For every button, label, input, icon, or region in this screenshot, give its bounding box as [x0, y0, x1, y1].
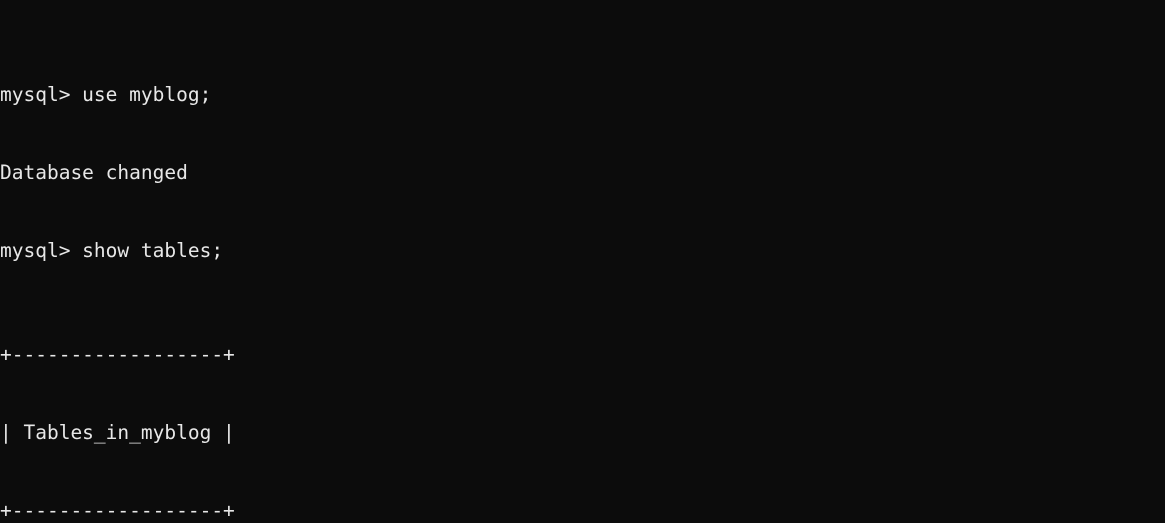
- terminal-window[interactable]: mysql> use myblog; Database changed mysq…: [0, 0, 1165, 523]
- command-line-use-database: mysql> use myblog;: [0, 83, 212, 106]
- tables-result-border-mid: +------------------+: [0, 499, 235, 522]
- response-database-changed: Database changed: [0, 161, 188, 184]
- tables-result-border-top: +------------------+: [0, 343, 235, 366]
- tables-result-header-row: | Tables_in_myblog |: [0, 421, 235, 444]
- command-line-show-tables: mysql> show tables;: [0, 239, 224, 262]
